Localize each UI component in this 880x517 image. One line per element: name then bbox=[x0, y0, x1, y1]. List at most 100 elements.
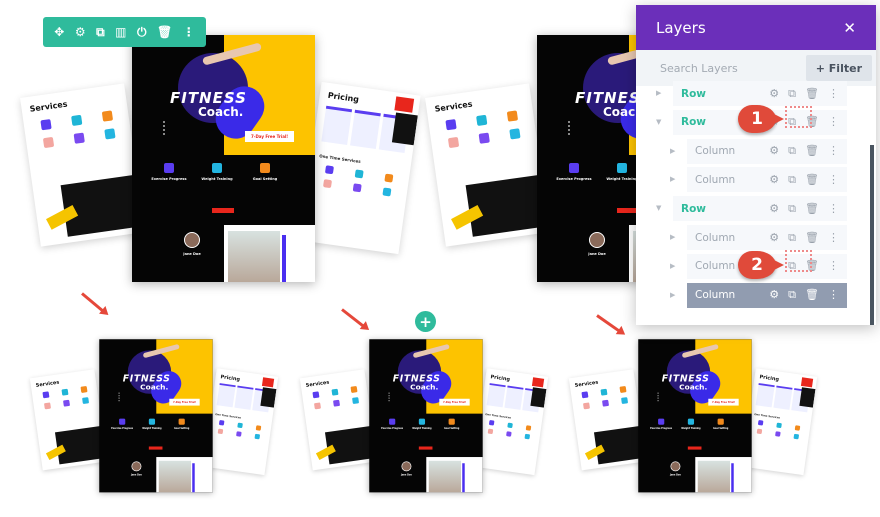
feature: Weight Training bbox=[192, 163, 242, 181]
person-name: Jane Doe bbox=[670, 473, 681, 477]
service-icon bbox=[507, 422, 513, 429]
duplicate-icon[interactable]: ⧉ bbox=[788, 288, 796, 302]
layers-title: Layers bbox=[656, 18, 706, 37]
service-icon bbox=[312, 391, 320, 399]
service-icon bbox=[447, 136, 459, 149]
service-icon bbox=[352, 183, 362, 193]
gear-icon[interactable]: ⚙ bbox=[769, 87, 779, 101]
service-icon bbox=[600, 388, 608, 396]
service-icon bbox=[73, 132, 85, 144]
scrollbar[interactable] bbox=[870, 145, 874, 325]
service-icon bbox=[475, 114, 487, 127]
gear-icon[interactable]: ⚙ bbox=[769, 144, 779, 158]
more-icon[interactable]: ⋮ bbox=[828, 202, 839, 216]
add-section-button[interactable]: + bbox=[415, 311, 436, 332]
trash-icon[interactable]: 🗑 bbox=[157, 25, 172, 39]
expand-icon[interactable]: ▶ bbox=[670, 262, 675, 270]
gear-icon[interactable]: ⚙ bbox=[769, 231, 779, 245]
trash-icon[interactable]: 🗑 bbox=[805, 288, 819, 302]
service-icon bbox=[506, 110, 518, 122]
service-icon bbox=[384, 173, 394, 183]
service-icon bbox=[582, 402, 590, 410]
service-icon bbox=[487, 428, 494, 435]
service-icon bbox=[478, 132, 490, 144]
more-icon[interactable]: ⋮ bbox=[828, 231, 839, 245]
trash-icon[interactable]: 🗑 bbox=[805, 202, 819, 216]
pricing-card: Pricing One Time Services bbox=[202, 368, 279, 476]
close-icon[interactable]: ✕ bbox=[843, 19, 856, 37]
service-icon bbox=[444, 119, 457, 131]
duplicate-icon[interactable]: ⧉ bbox=[96, 25, 105, 40]
gear-icon[interactable]: ⚙ bbox=[75, 25, 86, 39]
more-icon[interactable]: ⋮ bbox=[183, 25, 195, 39]
trash-icon[interactable]: 🗑 bbox=[805, 144, 819, 158]
service-icon bbox=[506, 431, 512, 437]
service-icon bbox=[217, 428, 224, 435]
trash-icon[interactable]: 🗑 bbox=[805, 231, 819, 245]
layer-item-row[interactable]: Row ⚙ ⧉ 🗑 ⋮ bbox=[673, 196, 847, 222]
trash-icon[interactable]: 🗑 bbox=[805, 87, 819, 101]
move-icon[interactable]: ✥ bbox=[54, 25, 64, 39]
collapse-icon[interactable]: ▼ bbox=[656, 118, 661, 126]
pricing-card: Pricing One Time Services bbox=[299, 81, 421, 255]
feature: Weight Training bbox=[406, 418, 437, 430]
expand-icon[interactable]: ▶ bbox=[670, 291, 675, 299]
service-icon bbox=[524, 433, 531, 440]
layers-header: Layers ✕ bbox=[636, 5, 876, 50]
more-icon[interactable]: ⋮ bbox=[828, 115, 839, 129]
gear-icon[interactable]: ⚙ bbox=[769, 173, 779, 187]
feature: Exercise Progress bbox=[646, 418, 677, 430]
service-icon bbox=[350, 386, 358, 394]
layer-item-row[interactable]: Row ⚙ ⧉ 🗑 ⋮ bbox=[673, 81, 847, 106]
more-icon[interactable]: ⋮ bbox=[828, 173, 839, 187]
layer-item-col[interactable]: Column ⚙ ⧉ 🗑 ⋮ bbox=[687, 138, 847, 164]
service-icon bbox=[601, 399, 609, 407]
gear-icon[interactable]: ⚙ bbox=[769, 288, 779, 302]
duplicate-icon[interactable]: ⧉ bbox=[788, 173, 796, 187]
avatar bbox=[184, 232, 200, 248]
more-icon[interactable]: ⋮ bbox=[828, 288, 839, 302]
feature: Exercise Progress bbox=[144, 163, 194, 181]
more-icon[interactable]: ⋮ bbox=[828, 144, 839, 158]
service-icon bbox=[354, 169, 364, 179]
power-icon[interactable]: ⏻ bbox=[137, 25, 147, 40]
row-toolbar: ✥ ⚙ ⧉ ▥ ⏻ 🗑 ⋮ bbox=[43, 17, 206, 47]
layer-label: Column bbox=[695, 231, 736, 244]
service-icon bbox=[254, 433, 261, 440]
duplicate-icon[interactable]: ⧉ bbox=[788, 231, 796, 245]
collapse-icon[interactable]: ▼ bbox=[656, 204, 661, 212]
search-input[interactable]: Search Layers bbox=[660, 62, 738, 75]
service-icon bbox=[70, 114, 82, 127]
filter-button[interactable]: + Filter bbox=[805, 55, 872, 81]
service-icon bbox=[620, 397, 628, 405]
layer-item-col[interactable]: Column ⚙ ⧉ 🗑 ⋮ bbox=[687, 167, 847, 193]
layer-item-col[interactable]: Column ⚙ ⧉ 🗑 ⋮ bbox=[687, 225, 847, 250]
person-name: Jane Doe bbox=[401, 473, 412, 477]
service-icon bbox=[43, 402, 51, 410]
service-icon bbox=[42, 391, 50, 399]
step-badge-2: 2 bbox=[738, 251, 784, 279]
service-icon bbox=[103, 128, 116, 140]
layer-label: Column bbox=[695, 173, 736, 186]
service-icon bbox=[42, 136, 54, 149]
expand-icon[interactable]: ▶ bbox=[670, 175, 675, 183]
duplicate-icon[interactable]: ⧉ bbox=[788, 202, 796, 216]
service-icon bbox=[775, 431, 781, 437]
expand-icon[interactable]: ▶ bbox=[656, 89, 661, 97]
more-icon[interactable]: ⋮ bbox=[828, 259, 839, 273]
hero-subtitle: Coach. bbox=[410, 382, 439, 392]
trash-icon[interactable]: 🗑 bbox=[805, 173, 819, 187]
layer-label: Row bbox=[681, 202, 706, 215]
layer-item-col[interactable]: Column ⚙ ⧉ 🗑 ⋮ bbox=[687, 282, 847, 308]
duplicate-icon[interactable]: ⧉ bbox=[788, 87, 796, 101]
more-icon[interactable]: ⋮ bbox=[828, 87, 839, 101]
cta-button: 7-Day Free Trial! bbox=[169, 398, 200, 406]
columns-icon[interactable]: ▥ bbox=[115, 25, 126, 39]
services-card: Services bbox=[299, 369, 378, 471]
duplicate-icon[interactable]: ⧉ bbox=[788, 144, 796, 158]
hero-subtitle: Coach. bbox=[198, 105, 244, 119]
expand-icon[interactable]: ▶ bbox=[670, 233, 675, 241]
gear-icon[interactable]: ⚙ bbox=[769, 202, 779, 216]
arrow-2 bbox=[341, 308, 367, 330]
expand-icon[interactable]: ▶ bbox=[670, 147, 675, 155]
